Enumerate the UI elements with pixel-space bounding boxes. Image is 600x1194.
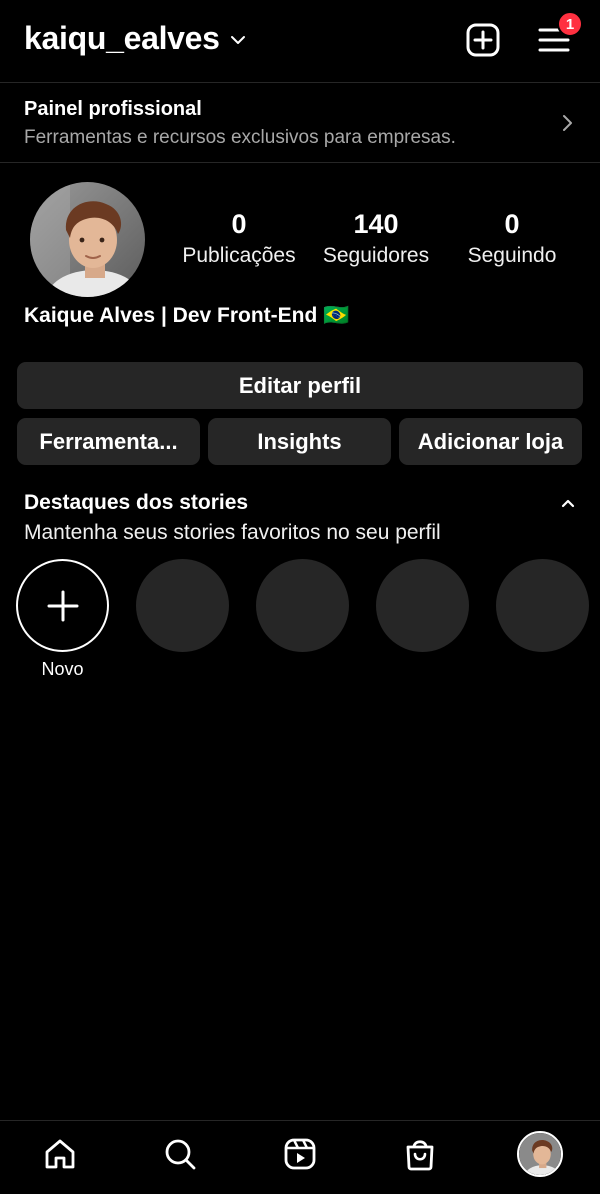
stat-value: 0 — [504, 209, 520, 239]
bottom-navigation — [0, 1120, 600, 1194]
stat-value: 140 — [353, 209, 399, 239]
chevron-down-icon — [230, 35, 245, 44]
pro-panel-subtitle: Ferramentas e recursos exclusivos para e… — [24, 127, 456, 148]
stat-label: Seguindo — [467, 244, 557, 267]
tools-button[interactable]: Ferramenta... — [17, 418, 200, 465]
username: kaiqu_ealves — [24, 20, 220, 56]
chevron-up-icon[interactable] — [560, 496, 576, 510]
stat-label: Seguidores — [322, 244, 430, 267]
new-highlight-label: Novo — [41, 659, 84, 679]
followers-count-stat[interactable]: 140 Seguidores — [316, 208, 436, 269]
highlight-placeholder — [136, 559, 229, 652]
profile-avatar-icon — [519, 1133, 561, 1175]
highlights-title: Destaques dos stories — [24, 491, 249, 514]
highlight-placeholder — [256, 559, 349, 652]
add-shop-button[interactable]: Adicionar loja — [399, 418, 582, 465]
following-count-stat[interactable]: 0 Seguindo — [460, 208, 564, 269]
new-post-icon[interactable] — [465, 22, 501, 58]
insights-button[interactable]: Insights — [208, 418, 391, 465]
chevron-right-icon — [563, 115, 572, 131]
new-highlight-button[interactable] — [16, 559, 109, 652]
stat-label: Publicações — [182, 244, 296, 267]
shop-icon[interactable] — [402, 1136, 438, 1172]
search-icon[interactable] — [162, 1136, 198, 1172]
reels-icon[interactable] — [282, 1136, 318, 1172]
plus-icon — [47, 590, 78, 621]
pro-panel-title: Painel profissional — [24, 98, 202, 120]
profile-tab-avatar[interactable] — [517, 1131, 563, 1177]
edit-profile-button[interactable]: Editar perfil — [17, 362, 583, 409]
avatar-photo — [30, 182, 145, 297]
highlights-subtitle: Mantenha seus stories favoritos no seu p… — [24, 521, 441, 544]
stat-value: 0 — [231, 209, 247, 239]
highlight-placeholder — [496, 559, 589, 652]
highlight-placeholder — [376, 559, 469, 652]
top-bar: kaiqu_ealves 1 — [0, 0, 600, 83]
profile-avatar[interactable] — [30, 182, 145, 297]
display-name: Kaique Alves | Dev Front-End 🇧🇷 — [24, 304, 350, 327]
account-switcher[interactable]: kaiqu_ealves — [24, 20, 246, 57]
notification-badge: 1 — [557, 11, 583, 37]
home-icon[interactable] — [42, 1136, 78, 1172]
posts-count-stat[interactable]: 0 Publicações — [176, 208, 302, 269]
professional-dashboard-link[interactable]: Painel profissional Ferramentas e recurs… — [0, 83, 600, 163]
